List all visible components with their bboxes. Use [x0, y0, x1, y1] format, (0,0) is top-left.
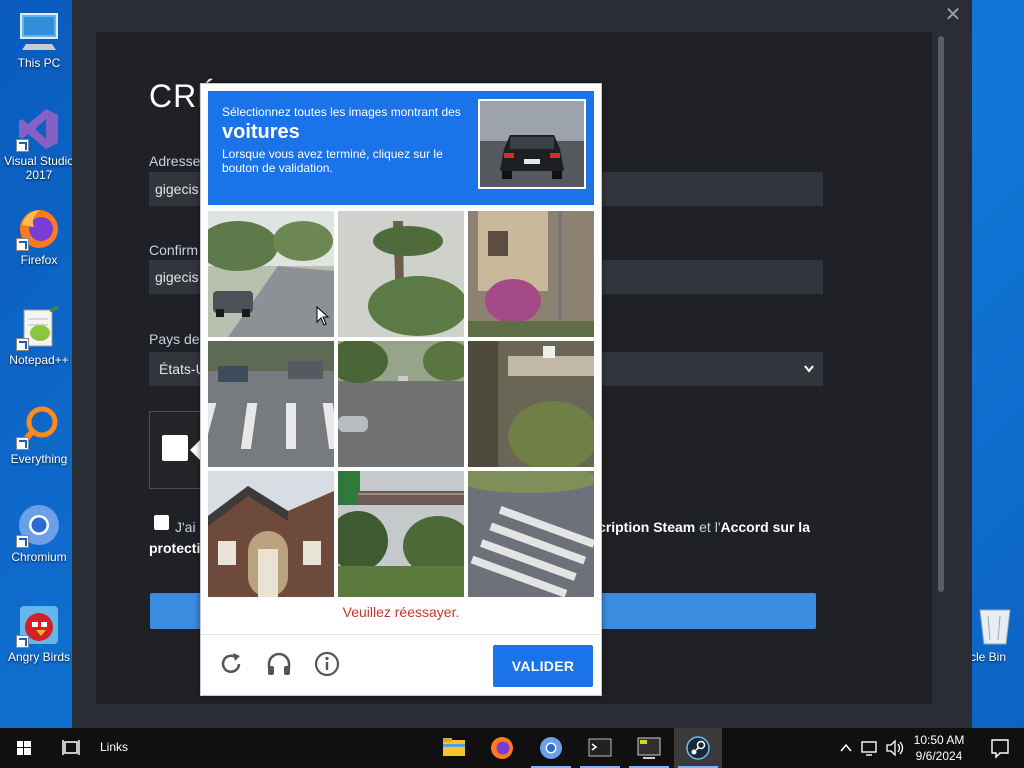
desktop-icon-angry-birds[interactable]: Angry Birds: [3, 602, 75, 664]
challenge-header: Sélectionnez toutes les images montrant …: [208, 91, 594, 205]
steam-icon: [686, 736, 710, 760]
taskbar-firefox[interactable]: [478, 728, 526, 768]
speaker-icon: [886, 739, 904, 757]
divider: [201, 634, 601, 635]
chevron-down-icon: [803, 352, 815, 399]
desktop-icon-label: Firefox: [20, 253, 58, 267]
confirm-email-label: Confirm: [149, 242, 199, 258]
grid-tile[interactable]: [338, 471, 464, 597]
subscriber-agreement-link[interactable]: cription Steam: [598, 519, 695, 535]
country-select-value: États-U: [159, 361, 206, 377]
grid-tile[interactable]: [468, 341, 594, 467]
firefox-icon: [16, 205, 62, 251]
shortcut-arrow-icon: [16, 437, 29, 450]
country-label: Pays de: [149, 331, 200, 347]
grid-tile[interactable]: [338, 211, 464, 337]
visual-studio-icon: [16, 106, 62, 152]
folder-icon: [443, 738, 465, 756]
shortcut-arrow-icon: [16, 338, 29, 351]
clock[interactable]: 10:50 AM 9/6/2024: [910, 732, 968, 764]
chromium-icon: [540, 737, 562, 759]
terminal-icon: [588, 738, 612, 757]
desktop-icon-firefox[interactable]: Firefox: [3, 205, 75, 267]
desktop-icon-this-pc[interactable]: This PC: [3, 8, 75, 70]
shortcut-arrow-icon: [16, 238, 29, 251]
shortcut-arrow-icon: [16, 535, 29, 548]
volume-button[interactable]: [883, 728, 907, 768]
firefox-icon: [491, 737, 513, 759]
privacy-agreement-link[interactable]: Accord sur la: [721, 519, 810, 535]
action-center-button[interactable]: [976, 728, 1024, 768]
magnifier-icon: [16, 404, 62, 450]
desktop-icon-label: Visual Studio 2017: [4, 154, 74, 182]
error-message: Veuillez réessayer.: [342, 604, 460, 620]
mouse-cursor-icon: [316, 305, 330, 326]
clock-time: 10:50 AM: [913, 733, 965, 747]
privacy-link-continued[interactable]: protecti: [149, 540, 200, 556]
desktop-icon-label: Everything: [10, 452, 68, 466]
reload-icon[interactable]: [217, 650, 245, 678]
agree-text-mid: et l': [695, 519, 721, 535]
email-label: Adresse: [149, 153, 201, 169]
desktop-icon-everything[interactable]: Everything: [3, 404, 75, 466]
verify-button[interactable]: VALIDER: [493, 645, 593, 687]
grid-tile[interactable]: [208, 341, 334, 467]
info-icon[interactable]: [313, 650, 341, 678]
headphones-icon[interactable]: [265, 650, 293, 678]
agree-checkbox[interactable]: [154, 515, 169, 530]
grid-tile[interactable]: [208, 471, 334, 597]
chromium-icon: [16, 502, 62, 548]
agree-text-line2: protecti: [149, 540, 200, 556]
notification-icon: [991, 739, 1009, 759]
windows-logo-icon: [17, 741, 31, 755]
scrollbar[interactable]: [938, 36, 944, 592]
sample-image: [478, 99, 586, 189]
recycle-bin-icon: [972, 602, 1018, 648]
angry-bird-icon: [16, 602, 62, 648]
captcha-checkbox[interactable]: [162, 435, 188, 461]
desktop-icon-notepadpp[interactable]: Notepad++: [3, 305, 75, 367]
grid-tile[interactable]: [468, 211, 594, 337]
challenge-instruction: Sélectionnez toutes les images montrant …: [222, 105, 461, 119]
tray-overflow-button[interactable]: [836, 728, 856, 768]
close-icon[interactable]: ✕: [942, 4, 964, 26]
agree-text-links: cription Steam et l'Accord sur la: [598, 519, 810, 535]
grid-tile[interactable]: [338, 341, 464, 467]
desktop-icon-chromium[interactable]: Chromium: [3, 502, 75, 564]
taskbar-app[interactable]: [625, 728, 673, 768]
taskbar-chromium[interactable]: [527, 728, 575, 768]
desktop-icon-label: Angry Birds: [7, 650, 71, 664]
task-view-button[interactable]: [48, 728, 96, 768]
notepadpp-icon: [16, 305, 62, 351]
network-button[interactable]: [858, 728, 882, 768]
desktop-icon-visual-studio[interactable]: Visual Studio 2017: [3, 106, 75, 182]
challenge-keyword: voitures: [222, 121, 300, 143]
desktop-icon-label: Notepad++: [9, 353, 69, 367]
clock-date: 9/6/2024: [915, 749, 963, 763]
taskbar-steam[interactable]: [674, 728, 722, 768]
popup-pointer: [190, 440, 200, 460]
shortcut-arrow-icon: [16, 635, 29, 648]
agree-text-prefix: J'ai: [175, 519, 196, 535]
challenge-subinstruction: Lorsque vous avez terminé, cliquez sur l…: [222, 147, 443, 175]
image-grid: [208, 211, 594, 597]
task-view-icon: [62, 740, 80, 755]
desktop-icon-label: Chromium: [11, 550, 67, 564]
taskbar-terminal[interactable]: [576, 728, 624, 768]
start-button[interactable]: [0, 728, 48, 768]
recaptcha-challenge: Sélectionnez toutes les images montrant …: [200, 83, 602, 696]
chevron-up-icon: [840, 743, 852, 752]
monitor-app-icon: [637, 737, 661, 759]
links-toolbar[interactable]: Links: [100, 740, 128, 754]
monitor-icon: [16, 8, 62, 54]
desktop-icon-label: This PC: [17, 56, 61, 70]
grid-tile[interactable]: [468, 471, 594, 597]
taskbar-file-explorer[interactable]: [430, 728, 478, 768]
shortcut-arrow-icon: [16, 139, 29, 152]
taskbar: Links 10:50 AM 9/6/2024: [0, 728, 1024, 768]
network-icon: [861, 741, 877, 756]
